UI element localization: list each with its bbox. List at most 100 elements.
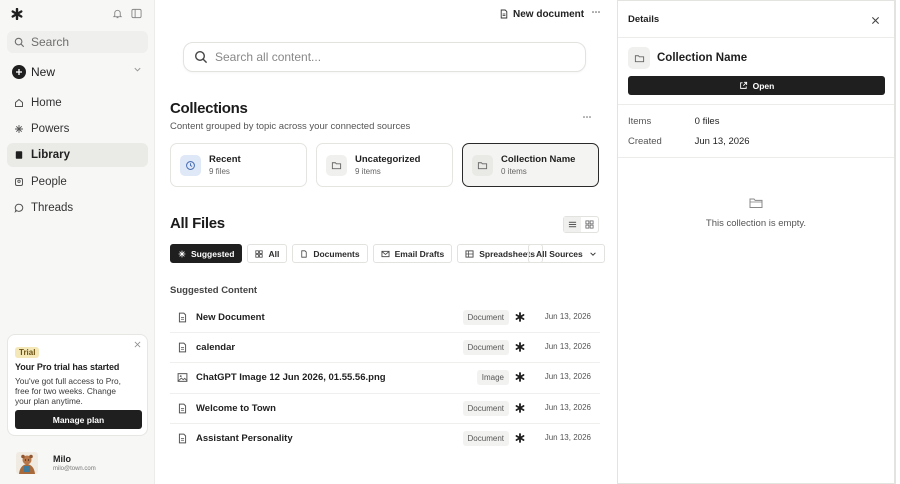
trial-title: Your Pro trial has started [15,362,120,372]
avatar [16,452,38,474]
sidebar-toggle-icon[interactable] [131,8,142,19]
user-profile[interactable]: Milo milo@town.com [7,445,148,481]
document-icon [177,312,188,323]
search-icon [194,50,208,64]
details-header: Details [618,1,894,38]
manage-plan-button[interactable]: Manage plan [15,410,142,429]
file-type-badge: Image [476,370,509,386]
file-date: Jun 13, 2026 [544,402,591,412]
file-type-badge: Document [462,400,509,416]
file-filters: Suggested All Documents Email Drafts Spr… [170,244,548,263]
chat-bubble-icon [14,203,24,213]
user-email: milo@town.com [53,466,96,472]
search-icon [14,37,25,48]
open-button[interactable]: Open [628,76,885,95]
open-button-label: Open [752,80,775,91]
sidebar-search-placeholder: Search [31,35,70,49]
content-search-input[interactable]: Search all content... [183,42,586,72]
file-row[interactable]: ChatGPT Image 12 Jun 2026, 01.55.56.png … [170,363,600,394]
filter-label: All [268,248,280,259]
details-collection-name: Collection Name [657,52,748,64]
details-title: Details [628,13,660,25]
collection-cards: Recent 9 files Uncategorized 9 items Col… [170,143,608,187]
list-view-icon[interactable] [564,217,581,232]
file-name: ChatGPT Image 12 Jun 2026, 01.55.56.png [196,372,386,384]
user-name: Milo [53,454,71,464]
sidebar-header [0,0,155,30]
file-type-badge: Document [462,430,509,446]
image-icon [177,372,188,383]
clock-icon [180,154,201,176]
sidebar-nav: Home Powers Library People Threads [7,91,148,222]
collection-card-name: Collection Name [501,154,576,165]
file-type-badge: Document [462,340,509,356]
file-row[interactable]: Assistant Personality Document Jun 13, 2… [170,424,600,454]
source-logo-icon [515,342,525,353]
created-value: Jun 13, 2026 [694,136,750,147]
close-icon[interactable] [134,341,141,348]
more-horizontal-icon[interactable] [591,7,601,17]
sidebar-item-label: Threads [31,201,74,214]
all-files-title: All Files [170,215,225,232]
new-document-button[interactable]: New document [499,6,584,22]
trial-body: You've got full access to Pro, free for … [15,376,121,406]
grid-view-icon[interactable] [581,217,598,232]
filter-suggested[interactable]: Suggested [170,244,243,263]
more-horizontal-icon[interactable] [582,112,592,122]
file-row[interactable]: Welcome to Town Document Jun 13, 2026 [170,394,600,424]
file-date: Jun 13, 2026 [544,432,591,442]
section-label: Suggested Content [170,285,258,296]
filter-all[interactable]: All [247,244,288,263]
file-row[interactable]: New Document Document Jun 13, 2026 [170,303,600,334]
sidebar-item-powers[interactable]: Powers [7,117,148,141]
folder-icon [628,47,650,69]
external-link-icon [739,81,748,90]
sidebar-item-threads[interactable]: Threads [7,196,148,220]
sparkle-icon [178,250,186,258]
collections-subtitle: Content grouped by topic across your con… [170,121,411,132]
collection-card-recent[interactable]: Recent 9 files [170,143,307,187]
folder-open-icon [618,197,894,209]
main-content: New document Search all content... Colle… [155,0,616,484]
view-toggle [563,216,599,233]
close-icon[interactable] [871,16,880,25]
bell-icon[interactable] [112,8,123,19]
chevron-down-icon [589,250,597,258]
file-date: Jun 13, 2026 [544,342,591,352]
source-logo-icon [515,372,525,383]
new-document-label: New document [513,8,585,20]
all-sources-dropdown[interactable]: All Sources [528,244,605,263]
sources-label: All Sources [536,248,583,259]
source-logo-icon [515,402,525,413]
document-icon [177,433,188,444]
book-icon [14,150,24,160]
details-items-row: Items 0 files [628,116,719,127]
mail-icon [381,250,390,258]
sidebar-item-library[interactable]: Library [7,143,148,168]
collection-card-count: 0 items [501,167,527,176]
file-name: calendar [196,342,236,354]
sidebar-item-people[interactable]: People [7,170,148,194]
empty-state: This collection is empty. [618,197,894,229]
sidebar-search[interactable]: Search [7,31,148,53]
filter-documents[interactable]: Documents [292,244,368,263]
spreadsheet-icon [465,249,474,258]
source-logo-icon [515,312,525,322]
folder-icon [472,154,493,176]
file-name: Assistant Personality [196,433,293,445]
items-label: Items [628,116,652,127]
sidebar: Search New Home Powers Library People Th… [0,0,155,484]
sidebar-item-label: Powers [31,123,70,136]
sidebar-item-label: People [31,175,67,188]
file-row[interactable]: calendar Document Jun 13, 2026 [170,333,600,364]
collection-card-collection-name[interactable]: Collection Name 0 items [462,143,599,187]
logo-icon[interactable] [11,8,23,20]
filter-email-drafts[interactable]: Email Drafts [372,244,453,263]
collection-card-uncategorized[interactable]: Uncategorized 9 items [316,143,453,187]
filter-label: Email Drafts [394,248,445,259]
new-button[interactable]: New [7,61,148,83]
person-icon [14,177,24,187]
trial-badge: Trial [15,347,40,358]
chevron-down-icon[interactable] [133,65,142,74]
sidebar-item-home[interactable]: Home [7,91,148,115]
